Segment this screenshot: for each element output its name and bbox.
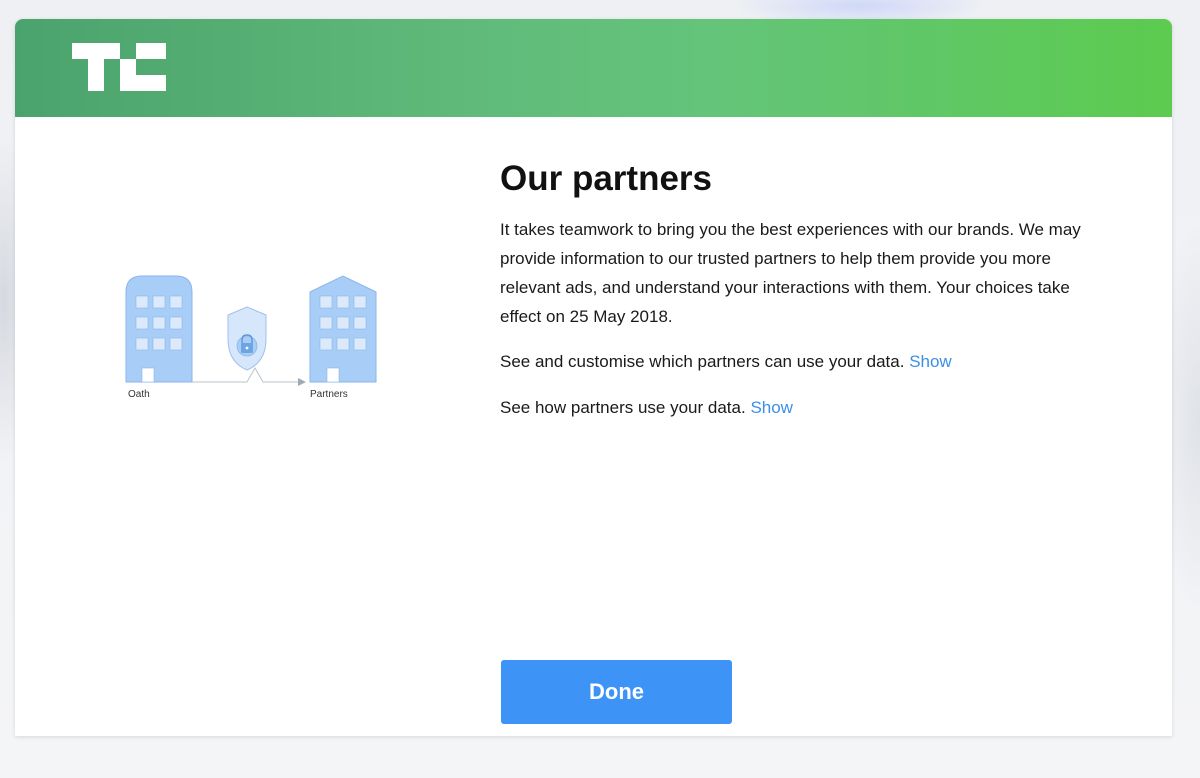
- intro-paragraph: It takes teamwork to bring you the best …: [500, 220, 1081, 326]
- partner-usage-text: See how partners use your data.: [500, 398, 746, 417]
- dialog-content: Our partners It takes teamwork to bring …: [500, 157, 1100, 422]
- connector-arrow: [192, 366, 306, 386]
- page-title: Our partners: [500, 159, 712, 198]
- oath-label: Oath: [128, 389, 150, 400]
- partner-usage-line: See how partners use your data. Show: [500, 393, 1100, 422]
- building-icon: [125, 275, 193, 383]
- building-icon: [309, 275, 377, 383]
- dialog-header: [15, 19, 1172, 117]
- show-partners-link[interactable]: Show: [909, 352, 952, 371]
- done-button[interactable]: Done: [501, 660, 732, 724]
- data-sharing-illustration: Oath Partners: [125, 275, 377, 400]
- customise-partners-text: See and customise which partners can use…: [500, 352, 905, 371]
- consent-dialog: Oath Partners Our partners It takes team…: [15, 19, 1172, 736]
- shield-lock-icon: [227, 306, 267, 371]
- techcrunch-logo-icon: [72, 43, 166, 91]
- show-usage-link[interactable]: Show: [750, 398, 793, 417]
- customise-partners-line: See and customise which partners can use…: [500, 347, 1100, 376]
- partners-label: Partners: [310, 389, 348, 400]
